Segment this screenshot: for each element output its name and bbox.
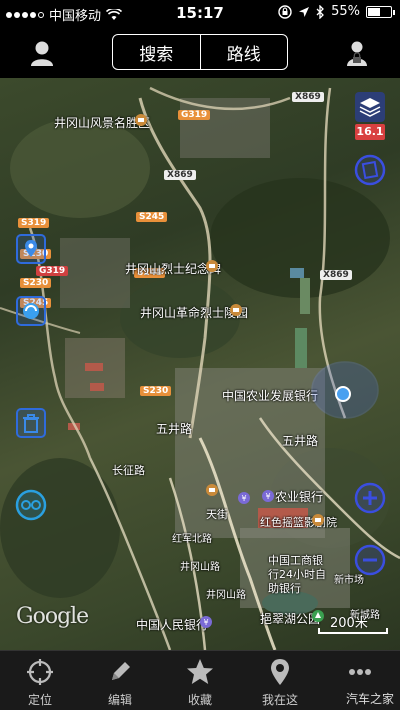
map-place-label: 长征路: [112, 464, 145, 477]
poi-bank-icon[interactable]: ¥: [200, 616, 212, 628]
top-bar: 搜索 路线: [0, 26, 400, 78]
battery-icon: [366, 5, 395, 18]
road-shield: G319: [178, 110, 211, 120]
map-place-label[interactable]: 农业银行: [275, 488, 323, 505]
map-place-label: 天街: [206, 508, 228, 521]
pin-icon: [271, 659, 289, 685]
road-shield: X869: [320, 270, 352, 280]
tab-locate[interactable]: 定位: [0, 651, 80, 710]
road-shield: X869: [292, 92, 324, 102]
svg-text:¥: ¥: [241, 494, 246, 503]
tab-label: 编辑: [107, 693, 132, 707]
route-tool-icon[interactable]: [14, 488, 48, 522]
map-place-label: 五井路: [282, 434, 319, 448]
search-button[interactable]: 搜索: [113, 35, 200, 69]
map-place-label[interactable]: 中国人民银行: [136, 616, 208, 633]
star-icon: [187, 659, 213, 684]
poi-camera-icon[interactable]: [206, 484, 218, 496]
zoom-out-icon[interactable]: [354, 544, 386, 576]
more-icon: [349, 669, 371, 675]
route-button[interactable]: 路线: [199, 35, 288, 69]
rotation-lock-icon: [278, 4, 292, 19]
zoom-level-badge: 16.1: [355, 124, 385, 140]
user-profile-icon[interactable]: [27, 38, 57, 68]
map-place-label: 红军北路: [172, 534, 212, 545]
delete-tool-icon[interactable]: [16, 408, 46, 438]
bottom-tab-bar: 定位 编辑 收藏 我在这: [0, 650, 400, 710]
user-lock-icon[interactable]: [342, 38, 372, 68]
poi-park-icon[interactable]: [312, 610, 324, 622]
poi-bank-icon[interactable]: ¥: [262, 490, 274, 502]
map-place-label: 井冈山路: [206, 590, 246, 601]
status-right: 55%: [278, 4, 395, 19]
compass-icon[interactable]: [354, 154, 386, 186]
map-place-label[interactable]: 中国工商银行24小时自助银行: [268, 554, 330, 596]
google-attribution: Google: [16, 604, 89, 629]
tab-edit[interactable]: 编辑: [80, 651, 160, 710]
battery-percent: 55%: [331, 4, 360, 19]
pencil-icon: [112, 662, 130, 680]
poi-camera-icon[interactable]: [135, 114, 147, 126]
poi-bank-icon[interactable]: ¥: [238, 492, 250, 504]
watermark: 汽车之家: [345, 692, 394, 706]
tab-favorites[interactable]: 收藏: [160, 651, 240, 710]
svg-text:¥: ¥: [203, 618, 208, 627]
tab-i-am-here[interactable]: 我在这: [240, 651, 320, 710]
tab-label: 定位: [27, 693, 52, 707]
search-route-toggle: 搜索 路线: [112, 34, 288, 70]
road-shield: S230: [140, 386, 172, 396]
location-arrow-icon: [299, 6, 310, 17]
poi-camera-icon[interactable]: [230, 304, 242, 316]
scale-bar: [318, 628, 388, 634]
poi-camera-icon[interactable]: [312, 514, 324, 526]
map-place-label[interactable]: 中国农业发展银行: [222, 387, 318, 404]
map-place-label[interactable]: 挹翠湖公园: [260, 610, 320, 627]
satellite-map[interactable]: X869 G319 X869 S245 S319 G319 S230 S245 …: [0, 78, 400, 650]
map-place-label: 五井路: [156, 422, 193, 436]
zoom-in-icon[interactable]: [354, 482, 386, 514]
tab-label: 我在这: [261, 693, 298, 707]
current-location-marker: [311, 361, 379, 419]
road-shield: S230: [20, 278, 52, 288]
marker-tool-icon[interactable]: [16, 234, 46, 264]
bluetooth-icon: [316, 4, 325, 19]
poi-camera-icon[interactable]: [206, 260, 218, 272]
map-place-label[interactable]: 红色摇篮影剧院: [260, 514, 337, 530]
road-shield: G319: [36, 266, 69, 276]
road-shield: S319: [18, 218, 50, 228]
road-shield: S245: [136, 212, 168, 222]
status-bar: 中国移动 15:17 55%: [0, 0, 400, 26]
svg-text:¥: ¥: [265, 492, 270, 501]
tab-label: 收藏: [187, 693, 212, 707]
crosshair-icon: [27, 659, 53, 685]
map-place-label: 井冈山路: [180, 562, 220, 573]
measure-tool-icon[interactable]: [16, 296, 46, 326]
layers-icon[interactable]: [355, 92, 385, 122]
road-shield: X869: [164, 170, 196, 180]
